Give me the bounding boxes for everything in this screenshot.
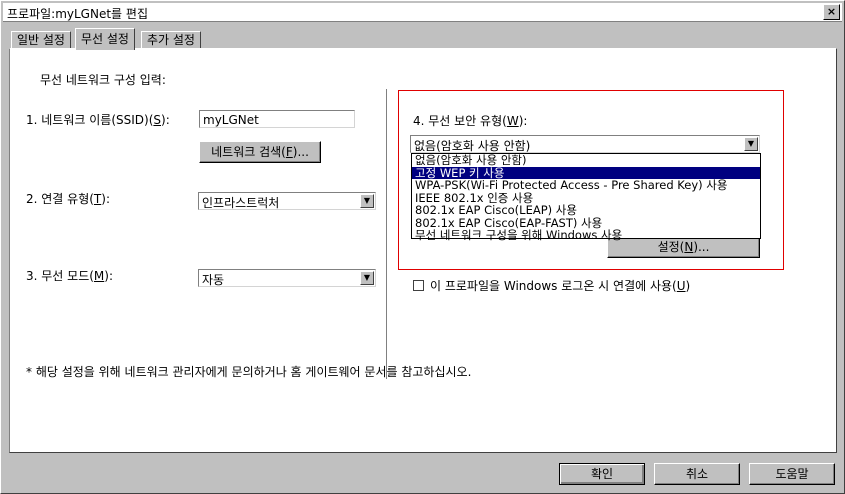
wireless-mode-select[interactable]: 자동 ▼ xyxy=(198,269,376,287)
ssid-label: 1. 네트워크 이름(SSID)(S): xyxy=(26,113,170,127)
scan-network-button[interactable]: 네트워크 검색(F)... xyxy=(199,141,321,163)
section-title: 무선 네트워크 구성 입력: xyxy=(40,73,166,87)
chevron-down-icon[interactable]: ▼ xyxy=(744,137,758,151)
tab-advanced[interactable]: 추가 설정 xyxy=(141,31,201,49)
cancel-button[interactable]: 취소 xyxy=(654,463,740,485)
dialog-window: 프로파일:myLGNet를 편집 × 일반 설정 무선 설정 추가 설정 무선 … xyxy=(0,0,845,494)
cancel-label: 취소 xyxy=(685,467,709,481)
security-type-dropdown: 없음(암호화 사용 안함) 고정 WEP 키 사용 WPA-PSK(Wi-Fi … xyxy=(411,153,761,242)
tab-wireless[interactable]: 무선 설정 xyxy=(75,28,135,50)
title-bar[interactable]: 프로파일:myLGNet를 편집 × xyxy=(3,3,842,22)
column-divider xyxy=(386,89,387,379)
logon-checkbox-label[interactable]: 이 프로파일을 Windows 로그온 시 연결에 사용(U) xyxy=(430,277,690,294)
security-type-label: 4. 무선 보안 유형(W): xyxy=(413,114,528,128)
tab-general[interactable]: 일반 설정 xyxy=(11,31,71,49)
tab-label: 무선 설정 xyxy=(81,32,129,46)
tab-label: 일반 설정 xyxy=(17,33,65,47)
security-option[interactable]: 무선 네트워크 구성을 위해 Windows 사용 xyxy=(412,229,760,242)
wireless-mode-value: 자동 xyxy=(202,273,225,287)
chevron-down-icon[interactable]: ▼ xyxy=(360,271,374,285)
connection-type-label: 2. 연결 유형(T): xyxy=(26,192,110,206)
security-option[interactable]: 802.1x EAP Cisco(LEAP) 사용 xyxy=(412,204,760,217)
logon-checkbox[interactable] xyxy=(413,280,424,291)
help-label: 도움말 xyxy=(775,467,809,481)
tab-label: 추가 설정 xyxy=(147,33,195,47)
chevron-down-icon[interactable]: ▼ xyxy=(360,194,374,208)
wireless-mode-label: 3. 무선 모드(M): xyxy=(26,269,114,283)
security-option[interactable]: 없음(암호화 사용 안함) xyxy=(412,154,760,167)
ssid-value: myLGNet xyxy=(203,113,259,127)
connection-type-select[interactable]: 인프라스트럭처 ▼ xyxy=(198,192,376,210)
help-button[interactable]: 도움말 xyxy=(749,463,835,485)
ok-button[interactable]: 확인 xyxy=(559,463,645,485)
security-option[interactable]: WPA-PSK(Wi-Fi Protected Access - Pre Sha… xyxy=(412,179,760,192)
close-icon: × xyxy=(826,5,837,18)
close-button[interactable]: × xyxy=(823,4,840,20)
window-title: 프로파일:myLGNet를 편집 xyxy=(7,7,148,21)
security-type-value: 없음(암호화 사용 안함) xyxy=(414,139,531,153)
ssid-input[interactable]: myLGNet xyxy=(199,110,355,128)
ok-label: 확인 xyxy=(590,467,614,481)
security-type-select[interactable]: 없음(암호화 사용 안함) ▼ xyxy=(410,135,760,153)
footnote: * 해당 설정을 위해 네트워크 관리자에게 문의하거나 홈 게이트웨어 문서를… xyxy=(26,365,472,379)
connection-type-value: 인프라스트럭처 xyxy=(202,196,280,210)
